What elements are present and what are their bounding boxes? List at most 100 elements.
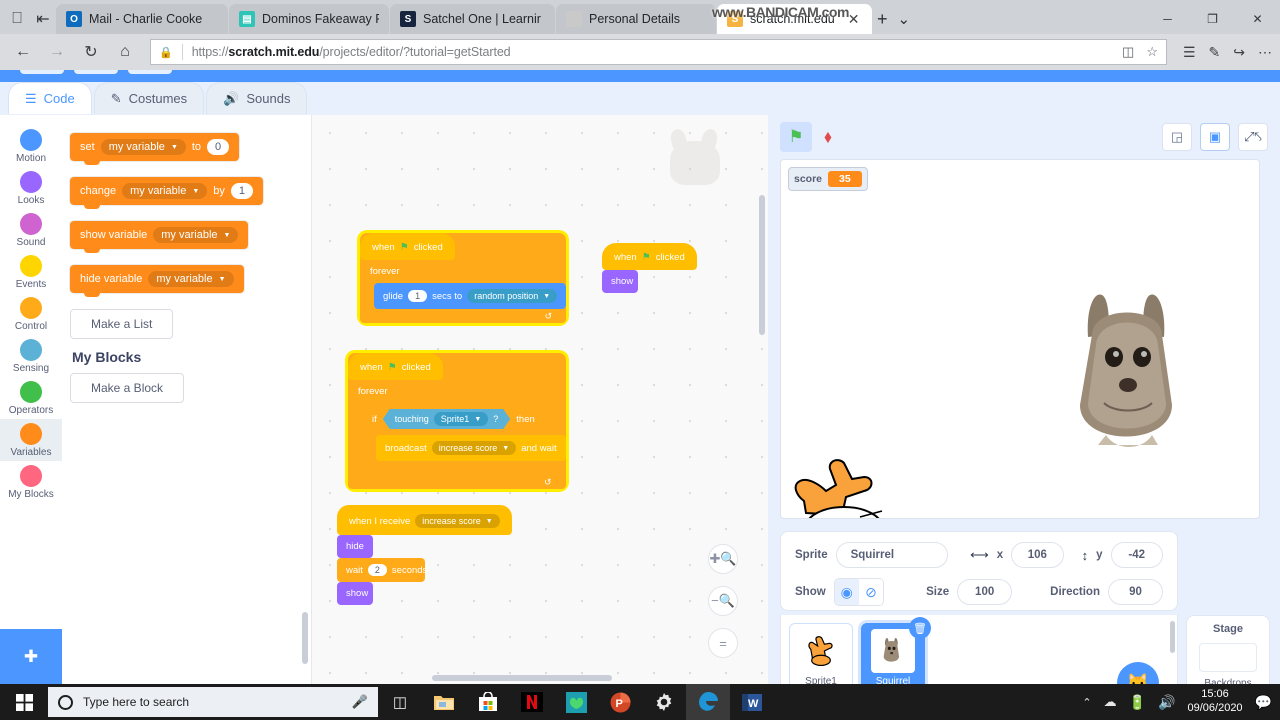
stage-thumbnail[interactable] <box>1199 643 1257 672</box>
y-input[interactable]: -42 <box>1110 542 1163 568</box>
taskbar-app-netflix[interactable] <box>510 684 554 720</box>
tab-preview-icon[interactable]: ⎕ <box>4 4 30 34</box>
volume-icon[interactable]: 🔊 <box>1158 694 1175 711</box>
sprite-list-scrollbar[interactable] <box>1170 621 1175 653</box>
home-button[interactable]: ⌂ <box>110 37 140 67</box>
touching-target-dropdown[interactable]: Sprite1 ▼ <box>434 412 488 426</box>
category-variables[interactable]: Variables <box>0 419 62 461</box>
palette-block-hide-variable[interactable]: hide variable my variable ▼ <box>70 265 244 297</box>
block-wait-seconds[interactable]: wait 2 seconds <box>337 558 427 582</box>
taskbar-app-edge[interactable] <box>686 684 730 720</box>
more-options-icon[interactable]: ⋯ <box>1258 44 1272 61</box>
palette-block-set-variable[interactable]: set my variable ▼ to 0 <box>70 133 240 165</box>
browser-tab-0[interactable]: O Mail - Charlie Cooke <box>56 4 228 34</box>
value-input[interactable]: 0 <box>207 139 230 155</box>
script-touch-broadcast[interactable]: when ⚑ clicked forever if touching Sprit… <box>348 353 566 489</box>
make-a-block-button[interactable]: Make a Block <box>70 373 185 403</box>
window-close-button[interactable]: ✕ <box>1235 4 1280 34</box>
category-sensing[interactable]: Sensing <box>0 335 62 377</box>
palette-scrollbar[interactable] <box>302 612 308 664</box>
forward-button[interactable]: → <box>42 37 72 67</box>
tray-chevron-up-icon[interactable]: ⌃ <box>1082 696 1091 709</box>
category-motion[interactable]: Motion <box>0 125 62 167</box>
stage-canvas[interactable]: score 35 <box>780 159 1260 519</box>
favorites-hub-icon[interactable]: ☰ <box>1183 44 1196 61</box>
block-hide[interactable]: hide <box>337 535 373 558</box>
browser-tab-2[interactable]: S Satchel One | Learnir <box>390 4 555 34</box>
notifications-icon[interactable]: 💬 <box>1255 694 1272 711</box>
onedrive-icon[interactable]: ☁ <box>1104 694 1117 710</box>
wait-seconds-input[interactable]: 2 <box>367 564 387 576</box>
taskbar-app-file-explorer[interactable] <box>422 684 466 720</box>
block-glide-to[interactable]: glide 1 secs to random position ▼ <box>374 283 567 309</box>
block-broadcast-and-wait[interactable]: broadcast increase score ▼ and wait <box>376 435 566 461</box>
category-control[interactable]: Control <box>0 293 62 335</box>
palette-block-show-variable[interactable]: show variable my variable ▼ <box>70 221 249 253</box>
palette-block-change-variable[interactable]: change my variable ▼ by 1 <box>70 177 263 209</box>
delete-sprite-button[interactable]: 🗑 <box>909 617 931 639</box>
battery-icon[interactable]: 🔋 <box>1129 694 1146 711</box>
web-notes-icon[interactable]: ✎ <box>1209 44 1221 61</box>
tab-close-icon[interactable]: ✕ <box>848 12 860 26</box>
taskbar-clock[interactable]: 15:06 09/06/2020 <box>1188 688 1243 716</box>
x-input[interactable]: 106 <box>1011 542 1064 568</box>
block-show[interactable]: show <box>337 582 373 605</box>
value-input[interactable]: 1 <box>230 183 253 199</box>
category-operators[interactable]: Operators <box>0 377 62 419</box>
back-button[interactable]: ← <box>8 37 38 67</box>
stop-button[interactable]: ⬧ <box>812 122 844 152</box>
taskbar-app-teal[interactable] <box>554 684 598 720</box>
script-glide-random[interactable]: when ⚑ clicked forever glide 1 secs to r… <box>360 233 567 323</box>
category-sound[interactable]: Sound <box>0 209 62 251</box>
stage-sprite-squirrel[interactable] <box>1046 285 1226 460</box>
block-show[interactable]: show <box>602 270 638 293</box>
variable-monitor-score[interactable]: score 35 <box>788 167 868 191</box>
tab-sounds[interactable]: 🔊 Sounds <box>206 82 308 114</box>
share-icon[interactable]: ↪ <box>1233 44 1245 61</box>
stage-sprite-cat[interactable] <box>786 455 896 519</box>
category-looks[interactable]: Looks <box>0 167 62 209</box>
taskbar-search[interactable]: Type here to search 🎤 <box>48 687 378 717</box>
tab-code[interactable]: ☰ Code <box>8 82 92 114</box>
large-stage-button[interactable]: ▣ <box>1200 123 1230 151</box>
address-bar[interactable]: 🔒 https://scratch.mit.edu/projects/edito… <box>150 39 1167 65</box>
browser-tab-3[interactable]: Personal Details <box>556 4 716 34</box>
green-flag-button[interactable]: ⚑ <box>780 122 812 152</box>
block-forever[interactable]: forever glide 1 secs to random position … <box>360 260 567 323</box>
taskbar-app-microsoft-store[interactable] <box>466 684 510 720</box>
zoom-out-icon[interactable]: −🔍 <box>708 586 738 616</box>
block-when-flag-clicked[interactable]: when ⚑ clicked <box>602 243 697 270</box>
canvas-vertical-scrollbar[interactable] <box>759 195 765 335</box>
fullscreen-button[interactable]: ⤢⤣ <box>1238 123 1268 151</box>
taskbar-app-word[interactable]: W <box>730 684 774 720</box>
make-a-list-button[interactable]: Make a List <box>70 309 174 339</box>
block-forever[interactable]: forever if touching Sprite1 ▼ ? then bro… <box>348 380 566 489</box>
start-button[interactable] <box>0 684 48 720</box>
eye-icon[interactable]: ◉ <box>834 579 859 605</box>
glide-secs-input[interactable]: 1 <box>408 290 428 302</box>
tab-list-chevron-down-icon[interactable]: ⌄ <box>898 10 911 28</box>
tab-costumes[interactable]: ✎ Costumes <box>93 82 205 114</box>
task-view-button[interactable]: ◫ <box>378 684 422 720</box>
direction-input[interactable]: 90 <box>1107 579 1163 605</box>
category-my-blocks[interactable]: My Blocks <box>0 461 62 503</box>
set-aside-tabs-icon[interactable]: ⇤ <box>30 4 56 34</box>
taskbar-app-settings[interactable] <box>642 684 686 720</box>
variable-dropdown[interactable]: my variable ▼ <box>100 139 186 155</box>
block-if-then[interactable]: if touching Sprite1 ▼ ? then broadcast i… <box>362 403 566 475</box>
window-restore-button[interactable]: ❐ <box>1190 4 1235 34</box>
browser-tab-1[interactable]: ▤ Dominos Fakeaway F <box>229 4 389 34</box>
eye-slash-icon[interactable]: ⊘ <box>858 579 884 605</box>
variable-dropdown[interactable]: my variable ▼ <box>153 227 239 243</box>
reading-view-icon[interactable]: ◫ <box>1122 44 1134 60</box>
variable-dropdown[interactable]: my variable ▼ <box>148 271 234 287</box>
reload-button[interactable]: ↻ <box>76 37 106 67</box>
receive-message-dropdown[interactable]: increase score ▼ <box>415 514 500 528</box>
code-canvas[interactable]: when ⚑ clicked forever glide 1 secs to r… <box>312 115 768 684</box>
script-on-receive[interactable]: when I receive increase score ▼ hide wai… <box>337 505 512 605</box>
variable-dropdown[interactable]: my variable ▼ <box>122 183 208 199</box>
block-when-flag-clicked[interactable]: when ⚑ clicked <box>360 233 455 260</box>
canvas-horizontal-scrollbar[interactable] <box>432 675 612 681</box>
block-when-flag-clicked[interactable]: when ⚑ clicked <box>348 353 443 380</box>
zoom-in-icon[interactable]: ✚🔍 <box>708 544 738 574</box>
